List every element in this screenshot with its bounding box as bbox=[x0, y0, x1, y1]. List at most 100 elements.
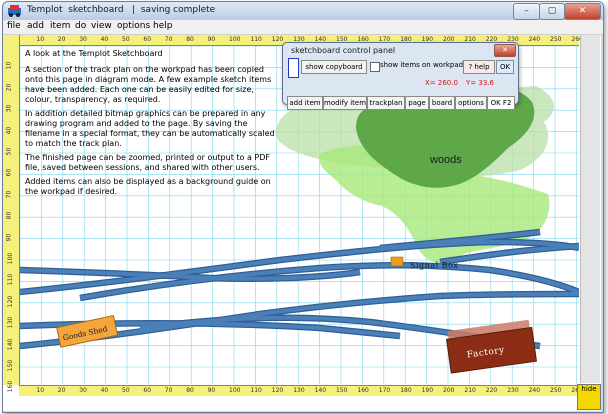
x-coordinate-readout: X= 260.0 bbox=[425, 79, 458, 87]
bottom-ruler: 10 20 30 40 50 60 70 80 90 100 110 120 130 140 150 160 1… bbox=[19, 385, 583, 396]
ruler-tick-label: 50 bbox=[122, 36, 130, 43]
tab-add-item[interactable]: add item bbox=[287, 96, 323, 110]
ruler-tick-label: 140 bbox=[314, 387, 327, 394]
ruler-tick-label: 70 bbox=[164, 387, 173, 394]
show-copyboard-button[interactable]: show copyboard bbox=[301, 60, 367, 74]
ruler-tick-label: 210 bbox=[464, 387, 476, 394]
ruler-tick-label: 190 bbox=[421, 387, 434, 394]
notes-paragraph-1: A section of the track plan on the workp… bbox=[25, 65, 272, 104]
ruler-tick-label: 20 bbox=[57, 36, 66, 43]
menu-do[interactable]: do bbox=[75, 21, 86, 31]
ruler-tick-label: 220 bbox=[485, 387, 498, 394]
show-items-checkbox[interactable] bbox=[370, 62, 380, 72]
ruler-tick-label: 200 bbox=[443, 387, 455, 394]
ruler-tick-label: 20 bbox=[5, 83, 13, 92]
ruler-tick-label: 100 bbox=[229, 36, 241, 43]
menu-bar: file add item do view options help bbox=[3, 20, 603, 35]
ruler-tick-label: 170 bbox=[378, 387, 391, 394]
ruler-tick-label: 100 bbox=[229, 387, 241, 394]
notes-text-block: A look at the Templot Sketchboard A sect… bbox=[25, 49, 277, 201]
ruler-tick-label: 80 bbox=[186, 387, 194, 394]
ruler-tick-label: 20 bbox=[57, 387, 66, 394]
ruler-tick-label: 80 bbox=[186, 36, 194, 43]
ruler-tick-label: 30 bbox=[5, 104, 13, 113]
ruler-tick-label: 60 bbox=[143, 387, 152, 394]
ruler-tick-label: 230 bbox=[507, 387, 519, 394]
left-ruler: 10 20 30 40 50 60 70 80 90 100 110 120 130 140 150 160 bbox=[3, 35, 20, 393]
ruler-tick-label: 40 bbox=[5, 126, 13, 134]
ruler-tick-label: 40 bbox=[100, 36, 109, 43]
hide-button[interactable]: hide bbox=[577, 384, 601, 410]
ruler-tick-label: 150 bbox=[336, 387, 348, 394]
y-coordinate-readout: Y= 33.6 bbox=[466, 79, 494, 87]
ruler-tick-label: 250 bbox=[550, 387, 562, 394]
goods-shed[interactable]: Goods Shed bbox=[56, 314, 119, 348]
ruler-tick-label: 120 bbox=[271, 387, 284, 394]
ok-button[interactable]: OK bbox=[496, 60, 514, 74]
ruler-tick-label: 80 bbox=[5, 211, 13, 220]
ruler-tick-label: 130 bbox=[293, 387, 305, 394]
templot-app-icon bbox=[8, 5, 21, 17]
menu-options[interactable]: options bbox=[117, 21, 150, 31]
tab-page[interactable]: page bbox=[405, 96, 429, 110]
minimize-button[interactable]: – bbox=[513, 3, 540, 20]
tab-ok-f2[interactable]: OK F2 bbox=[487, 96, 515, 110]
ruler-tick-label: 90 bbox=[207, 387, 216, 394]
window-title: Templot sketchboard | saving complete bbox=[27, 5, 216, 15]
panel-grip-icon[interactable] bbox=[288, 58, 299, 78]
ruler-tick-label: 130 bbox=[7, 316, 15, 329]
ruler-tick-label: 240 bbox=[528, 36, 541, 43]
title-bar: Templot sketchboard | saving complete – … bbox=[3, 2, 603, 20]
ruler-tick-label: 150 bbox=[7, 359, 15, 372]
notes-paragraph-2: In addition detailed bitmap graphics can… bbox=[25, 109, 275, 148]
menu-file[interactable]: file bbox=[7, 21, 21, 31]
notes-paragraph-3: The finished page can be zoomed, printed… bbox=[25, 153, 270, 172]
ruler-tick-label: 160 bbox=[357, 387, 369, 394]
menu-help[interactable]: help bbox=[153, 21, 172, 31]
ruler-tick-label: 30 bbox=[79, 387, 87, 394]
tab-modify-item[interactable]: modify item bbox=[323, 96, 367, 110]
notes-paragraph-4: Added items can also be displayed as a b… bbox=[25, 177, 271, 196]
signal-box bbox=[390, 256, 404, 267]
ruler-tick-label: 50 bbox=[122, 387, 130, 394]
help-button[interactable]: ? help bbox=[463, 60, 495, 74]
maximize-button[interactable]: ▢ bbox=[539, 3, 565, 20]
ruler-tick-label: 30 bbox=[79, 36, 87, 43]
ruler-tick-label: 60 bbox=[5, 169, 13, 177]
ruler-tick-label: 120 bbox=[7, 295, 15, 308]
ruler-tick-label: 60 bbox=[143, 36, 152, 43]
tab-board[interactable]: board bbox=[429, 96, 455, 110]
ruler-tick-label: 10 bbox=[36, 36, 45, 43]
ruler-tick-label: 90 bbox=[207, 36, 216, 43]
notes-heading: A look at the Templot Sketchboard bbox=[25, 49, 163, 58]
ruler-tick-label: 250 bbox=[550, 36, 562, 43]
ruler-tick-label: 50 bbox=[5, 147, 13, 156]
ruler-tick-label: 40 bbox=[100, 387, 109, 394]
menu-add[interactable]: add bbox=[27, 21, 44, 31]
tab-trackplan[interactable]: trackplan bbox=[367, 96, 405, 110]
ruler-tick-label: 110 bbox=[7, 274, 15, 286]
vertical-scrollbar[interactable] bbox=[580, 35, 600, 383]
close-button[interactable]: ✕ bbox=[564, 3, 601, 20]
ruler-tick-label: 110 bbox=[250, 36, 262, 43]
ruler-tick-label: 140 bbox=[7, 338, 15, 350]
signal-box-label: Signal Box bbox=[410, 261, 458, 270]
ruler-tick-label: 110 bbox=[250, 387, 262, 394]
ruler-tick-label: 160 bbox=[7, 381, 15, 393]
tab-options[interactable]: options bbox=[455, 96, 487, 110]
factory[interactable]: Factory bbox=[445, 319, 538, 374]
panel-close-button[interactable]: ✕ bbox=[494, 44, 516, 57]
ruler-tick-label: 10 bbox=[36, 387, 45, 394]
menu-item[interactable]: item bbox=[50, 21, 70, 31]
ruler-tick-label: 180 bbox=[400, 387, 412, 394]
ruler-tick-label: 70 bbox=[164, 36, 173, 43]
ruler-tick-label: 70 bbox=[5, 190, 13, 199]
woods-label: woods bbox=[429, 154, 462, 166]
ruler-tick-label: 100 bbox=[7, 252, 15, 265]
menu-view[interactable]: view bbox=[91, 21, 112, 31]
sketchboard-window: Templot sketchboard | saving complete – … bbox=[2, 1, 604, 413]
ruler-tick-label: 90 bbox=[5, 233, 13, 241]
ruler-tick-label: 10 bbox=[5, 62, 13, 70]
ruler-tick-label: 120 bbox=[271, 36, 284, 43]
show-items-label: show items on workpad bbox=[380, 61, 464, 69]
